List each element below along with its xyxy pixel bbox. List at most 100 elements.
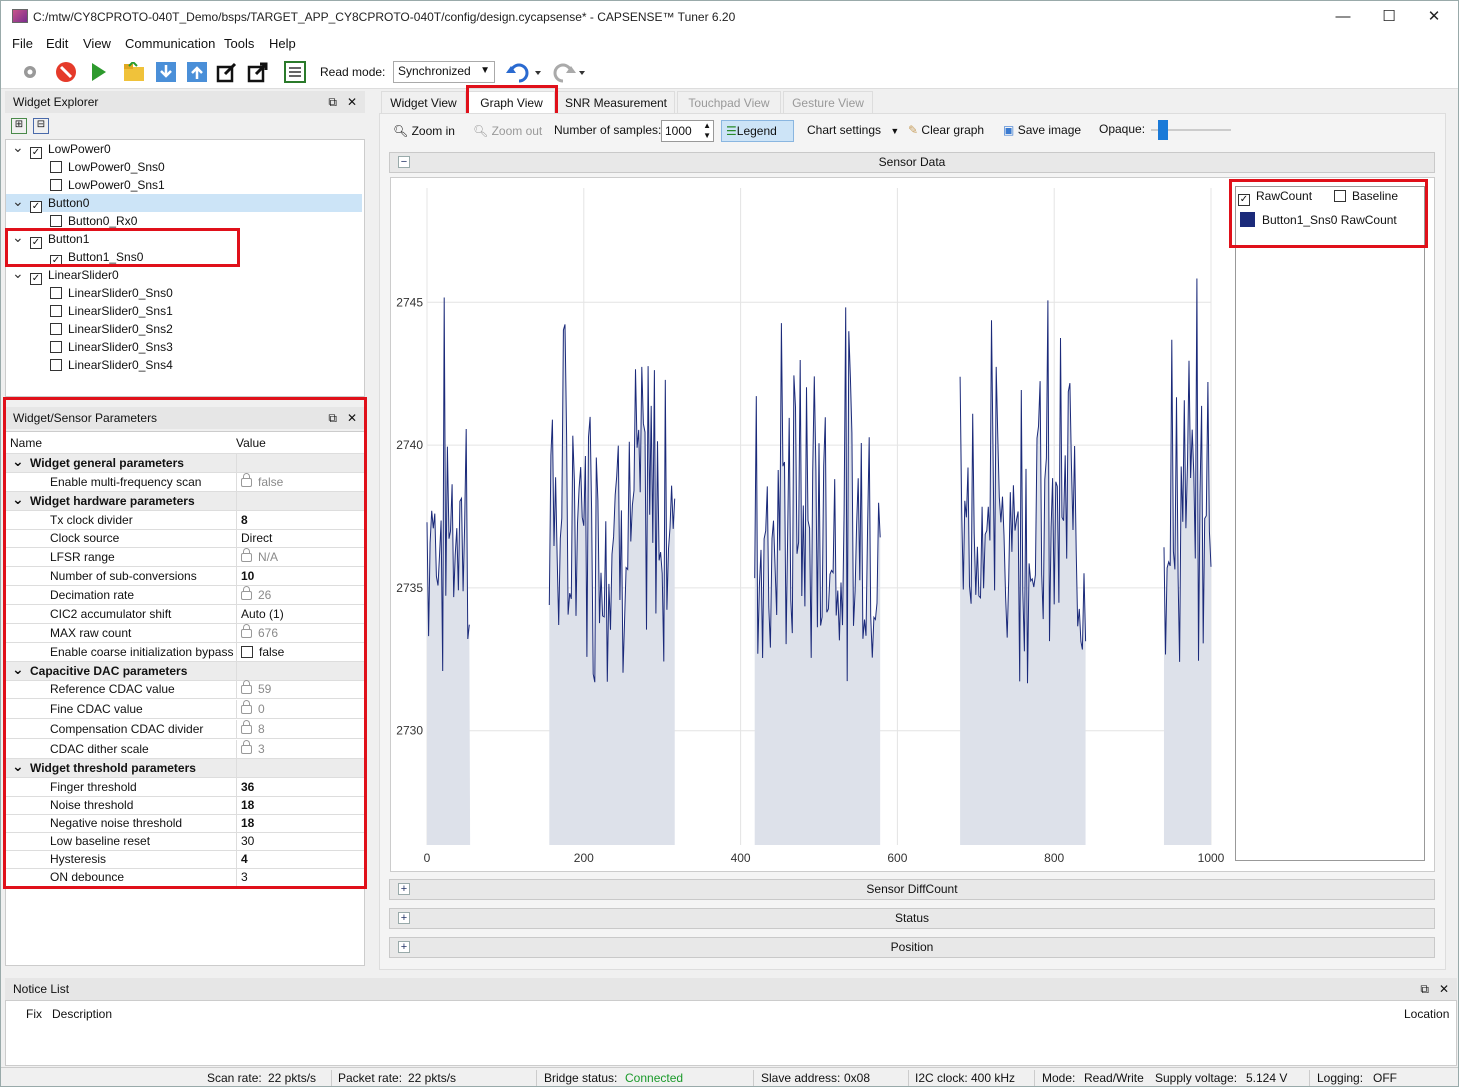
menu-view[interactable]: View <box>83 36 111 51</box>
save-image-button[interactable]: ▣ Save image <box>1003 123 1081 137</box>
read-from-device-icon[interactable] <box>155 61 177 83</box>
import-icon[interactable] <box>216 61 238 83</box>
tree-item[interactable]: LinearSlider0_Sns1 <box>50 302 350 320</box>
zoom-in-icon: 🔍︎ <box>393 124 409 138</box>
spin-arrows-icon[interactable]: ▲ ▼ <box>703 121 711 141</box>
tree-item[interactable]: LinearSlider0_Sns4 <box>50 356 350 374</box>
samples-input[interactable]: 1000 ▲ ▼ <box>661 120 714 142</box>
expand-all-icon[interactable]: ⊞ <box>11 118 27 134</box>
bridge-status-label: Bridge status: <box>544 1071 618 1085</box>
clear-graph-button[interactable]: ✎ Clear graph <box>908 123 984 137</box>
tab-widget-view[interactable]: Widget View <box>381 91 466 113</box>
tree-checkbox[interactable]: ✓ <box>30 147 42 159</box>
menu-help[interactable]: Help <box>269 36 296 51</box>
open-folder-icon[interactable] <box>123 61 145 83</box>
start-play-icon[interactable] <box>87 61 109 83</box>
tree-checkbox[interactable] <box>50 287 62 299</box>
status-section-header[interactable]: + Status <box>389 908 1435 929</box>
read-mode-select[interactable]: Synchronized ▼ <box>393 61 495 83</box>
sensor-data-section-header[interactable]: − Sensor Data <box>389 152 1435 173</box>
tree-checkbox[interactable] <box>50 215 62 227</box>
tree-item-label: LinearSlider0 <box>48 268 119 282</box>
tree-item[interactable]: LowPower0_Sns1 <box>50 176 350 194</box>
mode-value: Read/Write <box>1084 1071 1144 1085</box>
opaque-label: Opaque: <box>1099 122 1146 136</box>
tree-checkbox[interactable] <box>50 161 62 173</box>
expand-plus-icon[interactable]: + <box>398 941 410 953</box>
tree-checkbox[interactable] <box>50 341 62 353</box>
i2c-clock-value: 400 kHz <box>971 1071 1016 1085</box>
maximize-button[interactable]: ☐ <box>1369 5 1409 29</box>
collapse-minus-icon[interactable]: − <box>398 156 410 168</box>
position-section-header[interactable]: + Position <box>389 937 1435 958</box>
close-button[interactable]: ✕ <box>1414 5 1454 29</box>
col-fix: Fix <box>26 1007 42 1021</box>
menu-tools[interactable]: Tools <box>224 36 254 51</box>
undo-icon[interactable] <box>503 61 543 83</box>
opaque-slider-track[interactable] <box>1151 120 1231 140</box>
legend-toggle-button[interactable]: ☰Legend <box>721 120 794 142</box>
export-icon[interactable] <box>247 61 269 83</box>
chevron-down-icon[interactable]: ⌄ <box>12 194 24 208</box>
collapse-all-icon[interactable]: ⊟ <box>33 118 49 134</box>
settings-gear-icon[interactable] <box>19 61 41 83</box>
opaque-slider-thumb[interactable] <box>1158 120 1168 140</box>
x-tick-label: 0 <box>424 851 431 865</box>
tab-snr-measurement[interactable]: SNR Measurement <box>557 91 675 113</box>
tree-checkbox[interactable]: ✓ <box>30 273 42 285</box>
menu-bar: File Edit View Communication Tools Help <box>1 33 1458 55</box>
eraser-icon: ✎ <box>908 123 919 137</box>
write-to-device-icon[interactable] <box>186 61 208 83</box>
menu-communication[interactable]: Communication <box>125 36 215 51</box>
expand-plus-icon[interactable]: + <box>398 912 410 924</box>
panel-float-close-icon[interactable]: ⧉ ✕ <box>328 91 357 113</box>
tree-checkbox[interactable] <box>50 305 62 317</box>
packet-rate-label: Packet rate: <box>338 1071 403 1085</box>
status-title: Status <box>894 911 930 925</box>
widget-explorer-header: Widget Explorer ⧉ ✕ <box>5 91 365 113</box>
sensor-diffcount-section-header[interactable]: + Sensor DiffCount <box>389 879 1435 900</box>
tree-item[interactable]: LowPower0_Sns0 <box>50 158 350 176</box>
samples-value: 1000 <box>665 124 692 138</box>
tree-item[interactable]: LinearSlider0_Sns3 <box>50 338 350 356</box>
y-tick-label: 2735 <box>396 581 423 595</box>
zoom-out-button[interactable]: 🔍︎ Zoom out <box>473 121 542 143</box>
tree-item-label: LowPower0_Sns1 <box>68 178 165 192</box>
expand-plus-icon[interactable]: + <box>398 883 410 895</box>
x-tick-label: 400 <box>731 851 751 865</box>
menu-edit[interactable]: Edit <box>46 36 68 51</box>
sensor-diffcount-title: Sensor DiffCount <box>866 882 958 896</box>
zoom-in-button[interactable]: 🔍︎ Zoom in <box>393 121 455 143</box>
tree-checkbox[interactable] <box>50 359 62 371</box>
tree-checkbox[interactable] <box>50 323 62 335</box>
y-tick-label: 2745 <box>396 295 423 309</box>
tree-item[interactable]: ✓ Button0 <box>6 194 362 213</box>
redo-icon[interactable] <box>547 61 587 83</box>
image-icon: ▣ <box>1003 123 1015 137</box>
y-tick-label: 2740 <box>396 438 423 452</box>
chevron-down-icon[interactable]: ⌄ <box>12 140 24 154</box>
chevron-down-icon: ▼ <box>480 65 490 76</box>
minimize-button[interactable]: — <box>1323 5 1363 29</box>
legend-icon: ☰ <box>726 124 737 138</box>
app-logo-icon <box>12 9 28 23</box>
chart-settings-button[interactable]: Chart settings ▼ <box>807 123 899 137</box>
chevron-down-icon[interactable]: ⌄ <box>12 266 24 280</box>
tree-checkbox[interactable]: ✓ <box>30 201 42 213</box>
tree-checkbox[interactable] <box>50 179 62 191</box>
tree-item[interactable]: ✓ LowPower0 <box>30 140 350 159</box>
app-window: C:/mtw/CY8CPROTO-040T_Demo/bsps/TARGET_A… <box>0 0 1459 1087</box>
log-notes-icon[interactable] <box>284 61 306 83</box>
widget-explorer-toolbar: ⊞ ⊟ <box>5 113 365 139</box>
menu-file[interactable]: File <box>12 36 33 51</box>
widget-explorer-title: Widget Explorer <box>13 95 99 109</box>
x-tick-label: 200 <box>574 851 594 865</box>
tree-item[interactable]: LinearSlider0_Sns0 <box>50 284 350 302</box>
panel-float-close-icon[interactable]: ⧉ ✕ <box>1420 978 1449 1000</box>
tree-item[interactable]: ✓ LinearSlider0 <box>30 266 350 285</box>
disconnect-stop-icon[interactable] <box>55 61 77 83</box>
supply-voltage-label: Supply voltage: <box>1155 1071 1238 1085</box>
tree-item-label: LinearSlider0_Sns0 <box>68 286 173 300</box>
tree-item-label: LowPower0 <box>48 142 111 156</box>
tree-item[interactable]: LinearSlider0_Sns2 <box>50 320 350 338</box>
